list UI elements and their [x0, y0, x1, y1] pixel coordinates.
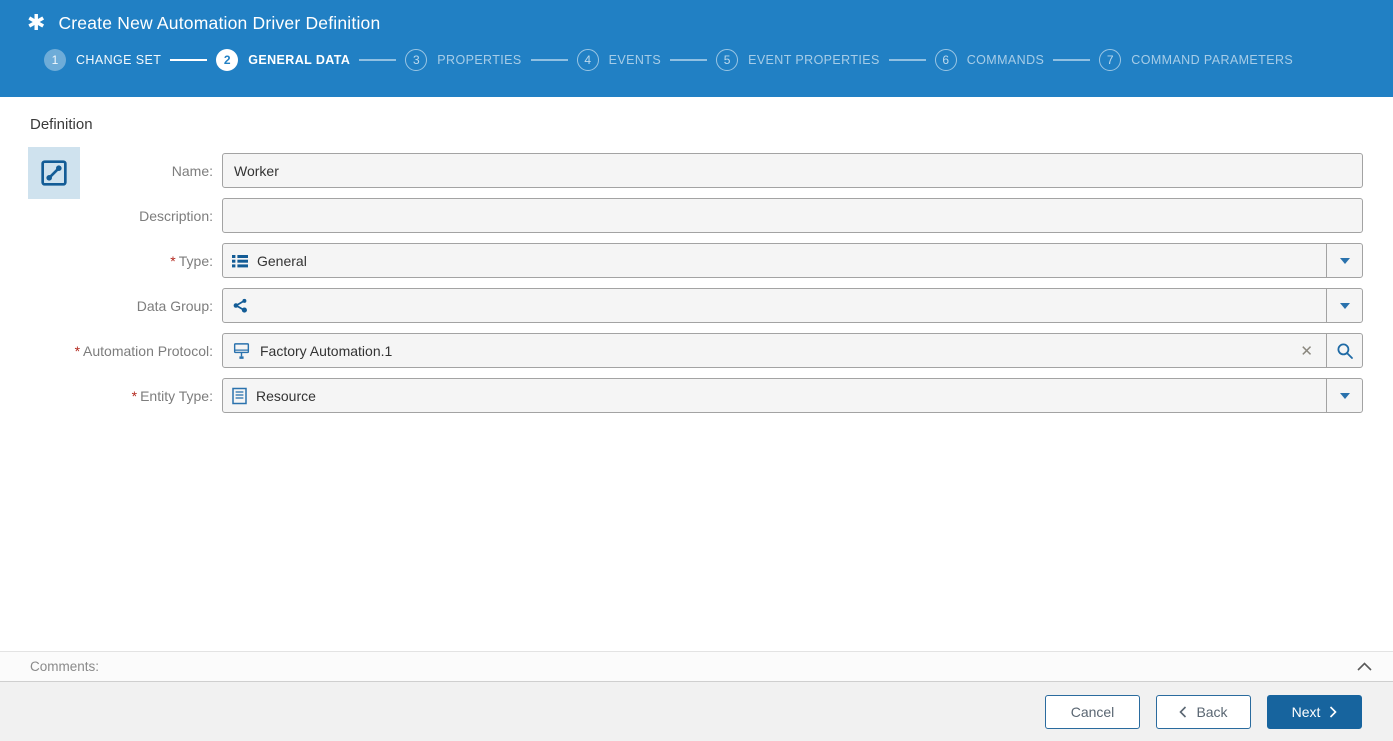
step-label: COMMAND PARAMETERS	[1131, 53, 1294, 67]
stepper-step-properties[interactable]: 3 PROPERTIES	[405, 49, 521, 71]
stepper-connector	[530, 59, 568, 61]
description-field-row: Description:	[0, 198, 1393, 233]
stepper-step-change-set[interactable]: 1 CHANGE SET	[44, 49, 161, 71]
step-number: 4	[576, 49, 599, 71]
step-label: COMMANDS	[966, 53, 1045, 67]
name-input[interactable]	[223, 154, 1362, 187]
stepper-step-general-data[interactable]: 2 GENERAL DATA	[216, 49, 350, 71]
description-label: Description:	[139, 207, 213, 224]
comments-label: Comments:	[30, 659, 100, 674]
automation-protocol-value: Factory Automation.1	[260, 342, 393, 359]
required-marker: *	[74, 342, 81, 359]
clear-icon[interactable]: ✕	[1287, 342, 1326, 360]
stepper-step-commands[interactable]: 6 COMMANDS	[934, 49, 1045, 71]
wizard-footer: Cancel Back Next	[0, 682, 1393, 741]
chevron-up-icon	[1357, 662, 1372, 671]
list-icon	[232, 253, 248, 269]
type-dropdown-button[interactable]	[1326, 244, 1362, 277]
back-button[interactable]: Back	[1156, 694, 1251, 729]
step-label: GENERAL DATA	[248, 53, 351, 67]
description-input[interactable]	[223, 199, 1362, 232]
type-field-row: * Type: General	[0, 243, 1393, 278]
stepper-step-command-parameters[interactable]: 7 COMMAND PARAMETERS	[1099, 49, 1293, 71]
entity-type-dropdown[interactable]: Resource	[222, 378, 1363, 413]
name-label: Name:	[171, 162, 213, 179]
entity-type-label: * Entity Type:	[131, 387, 213, 404]
stepper-connector	[359, 59, 397, 61]
wizard-stepper: 1 CHANGE SET 2 GENERAL DATA 3 PROPERTIES…	[44, 49, 1393, 71]
data-group-dropdown[interactable]	[222, 288, 1363, 323]
data-group-dropdown-button[interactable]	[1326, 289, 1362, 322]
stepper-connector	[670, 59, 708, 61]
document-list-icon	[232, 387, 247, 405]
definition-form: Definition Name: Description:	[0, 97, 1393, 651]
required-marker: *	[170, 252, 176, 269]
step-number: 1	[44, 49, 66, 71]
wizard-header: ✱ Create New Automation Driver Definitio…	[0, 0, 1393, 97]
automation-protocol-field-row: * Automation Protocol: Factory Automation…	[0, 333, 1393, 368]
network-terminal-icon	[232, 341, 251, 360]
search-icon	[1337, 343, 1353, 359]
entity-type-field-row: * Entity Type: Resource	[0, 378, 1393, 413]
automation-protocol-label: * Automation Protocol:	[74, 342, 213, 359]
section-title: Definition	[30, 116, 93, 133]
comments-collapse-toggle[interactable]	[1356, 661, 1373, 672]
data-group-label: Data Group:	[136, 297, 213, 314]
chevron-right-icon	[1330, 705, 1338, 718]
step-label: EVENT PROPERTIES	[748, 53, 880, 67]
name-field-row: Name:	[0, 153, 1393, 188]
title-bar: ✱ Create New Automation Driver Definitio…	[0, 0, 1393, 34]
cancel-button[interactable]: Cancel	[1045, 694, 1140, 729]
stepper-connector	[170, 59, 208, 61]
automation-protocol-lookup[interactable]: Factory Automation.1 ✕	[222, 333, 1363, 368]
automation-protocol-search-button[interactable]	[1326, 334, 1362, 367]
page-title: Create New Automation Driver Definition	[58, 12, 381, 33]
chevron-left-icon	[1179, 705, 1187, 718]
type-label: * Type:	[170, 252, 213, 269]
comments-section: Comments:	[0, 651, 1393, 682]
step-number: 7	[1099, 49, 1122, 71]
step-number: 3	[405, 49, 428, 71]
step-number: 2	[216, 49, 239, 71]
chevron-down-icon	[1339, 392, 1350, 399]
stepper-step-events[interactable]: 4 EVENTS	[576, 49, 662, 71]
chevron-down-icon	[1339, 302, 1350, 309]
step-number: 6	[934, 49, 957, 71]
create-new-icon: ✱	[27, 10, 46, 35]
data-group-field-row: Data Group:	[0, 288, 1393, 323]
entity-type-dropdown-button[interactable]	[1326, 379, 1362, 412]
step-label: CHANGE SET	[76, 53, 162, 67]
step-label: PROPERTIES	[437, 53, 522, 67]
step-number: 5	[716, 49, 739, 71]
stepper-step-event-properties[interactable]: 5 EVENT PROPERTIES	[716, 49, 880, 71]
share-icon	[232, 297, 249, 314]
stepper-connector	[888, 59, 926, 61]
type-value: General	[257, 252, 307, 269]
required-marker: *	[131, 387, 138, 404]
entity-type-value: Resource	[256, 387, 316, 404]
stepper-connector	[1053, 59, 1091, 61]
type-dropdown[interactable]: General	[222, 243, 1363, 278]
next-button[interactable]: Next	[1267, 694, 1362, 729]
step-label: EVENTS	[608, 53, 662, 67]
chevron-down-icon	[1339, 257, 1350, 264]
